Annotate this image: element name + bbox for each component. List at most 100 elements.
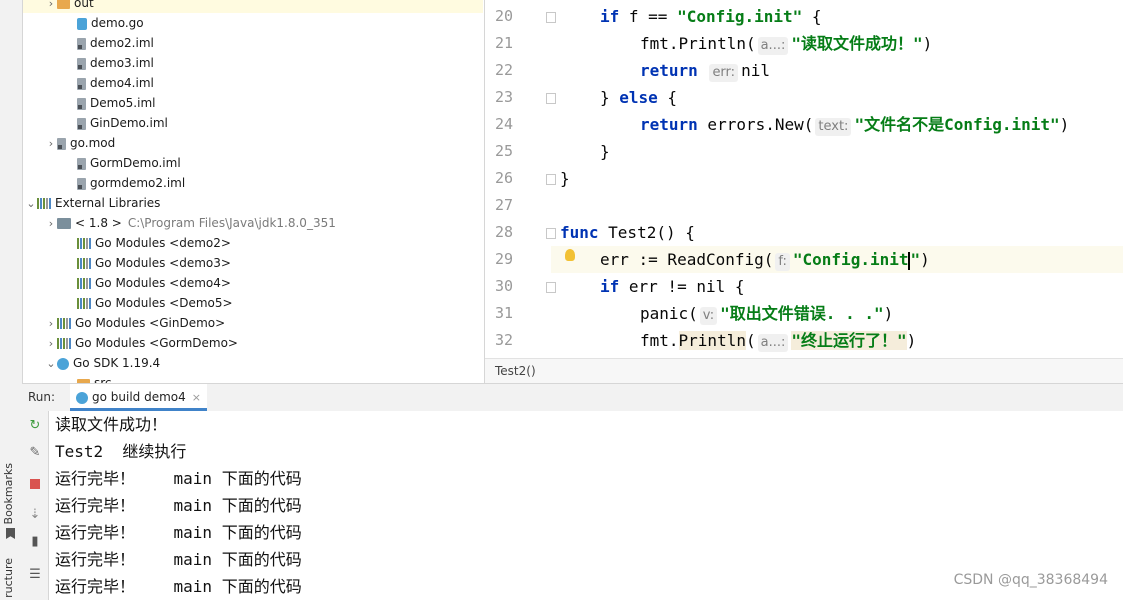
file-icon bbox=[77, 157, 86, 170]
bookmark-icon[interactable] bbox=[6, 528, 15, 539]
code-line[interactable]: fmt.Println(a...: "终止运行了！") bbox=[640, 327, 916, 354]
code-token: { bbox=[657, 88, 678, 107]
libs-icon bbox=[37, 198, 51, 209]
lightbulb-icon[interactable] bbox=[565, 249, 575, 261]
chevron-right-icon[interactable]: › bbox=[45, 134, 57, 154]
close-icon[interactable]: × bbox=[192, 391, 201, 404]
file-icon bbox=[77, 57, 86, 70]
code-line[interactable]: return err: nil bbox=[640, 57, 770, 84]
code-editor[interactable]: 20 21 22 23 24 25 26 27 28 29 30 31 32 if f == "Conf… bbox=[484, 0, 1123, 384]
tree-item[interactable]: Go Modules <demo3> bbox=[23, 253, 231, 273]
code-line[interactable]: if f == "Config.init" { bbox=[600, 3, 822, 30]
tree-item[interactable]: Go Modules <Demo5> bbox=[23, 293, 233, 313]
code-line[interactable]: } else { bbox=[600, 84, 677, 111]
tree-item-label: Go SDK 1.19.4 bbox=[73, 356, 161, 370]
file-icon bbox=[57, 137, 66, 150]
code-line[interactable]: func Test2() { bbox=[560, 219, 695, 246]
structure-tab[interactable]: ructure bbox=[2, 558, 15, 598]
chevron-down-icon[interactable]: ⌄ bbox=[25, 194, 37, 214]
tree-item-label: Go Modules <Demo5> bbox=[95, 296, 233, 310]
scroll-to-end-icon[interactable]: ⇣ bbox=[28, 508, 42, 522]
console-line: 运行完毕！ main 下面的代码 bbox=[55, 469, 302, 488]
tree-item[interactable]: › < 1.8 > C:\Program Files\Java\jdk1.8.0_3… bbox=[23, 213, 336, 233]
code-token: ) bbox=[920, 250, 930, 269]
code-line[interactable]: fmt.Println(a...: "读取文件成功！") bbox=[640, 30, 932, 57]
tree-item-label: gormdemo2.iml bbox=[90, 176, 186, 190]
run-toolbar: ↻ ✎ ⇣ ▮ ☰ bbox=[22, 411, 49, 600]
libs-icon bbox=[77, 258, 91, 269]
code-token: func bbox=[560, 223, 599, 242]
project-tree: › out demo.go demo2.iml demo3.iml demo4.iml De… bbox=[23, 0, 483, 383]
tree-item[interactable]: gormdemo2.iml bbox=[23, 173, 185, 193]
go-run-icon bbox=[76, 391, 88, 404]
tree-item[interactable]: › Go Modules <GinDemo> bbox=[23, 313, 225, 333]
libs-icon bbox=[77, 278, 91, 289]
code-token: ( bbox=[745, 331, 756, 350]
code-line[interactable]: panic(v: "取出文件错误. . .") bbox=[640, 300, 893, 327]
tree-item-label: Go Modules <demo4> bbox=[95, 276, 231, 290]
sdk-icon bbox=[57, 357, 69, 370]
run-tab-go-build-demo4[interactable]: go build demo4 × bbox=[70, 384, 207, 411]
console-line: 运行完毕！ main 下面的代码 bbox=[55, 550, 302, 569]
stop-icon[interactable] bbox=[28, 477, 42, 491]
tree-item[interactable]: GormDemo.iml bbox=[23, 153, 181, 173]
parameter-hint: f: bbox=[775, 253, 790, 271]
chevron-right-icon[interactable]: › bbox=[45, 0, 57, 14]
code-token: err != nil { bbox=[619, 277, 745, 296]
layout-icon[interactable]: ☰ bbox=[28, 568, 42, 582]
wrench-icon[interactable]: ✎ bbox=[28, 446, 42, 460]
tree-item[interactable]: GinDemo.iml bbox=[23, 113, 168, 133]
breadcrumb[interactable]: Test2() bbox=[485, 358, 1123, 384]
chevron-right-icon[interactable]: › bbox=[45, 334, 57, 354]
code-token: "文件名不是Config.init" bbox=[854, 115, 1060, 134]
chevron-right-icon[interactable]: › bbox=[45, 314, 57, 334]
code-token: return bbox=[640, 61, 698, 80]
code-token: panic( bbox=[640, 304, 698, 323]
parameter-hint: a...: bbox=[757, 334, 789, 352]
code-line[interactable]: return errors.New(text: "文件名不是Config.init… bbox=[640, 111, 1069, 138]
watermark: CSDN @qq_38368494 bbox=[953, 572, 1108, 588]
code-token: nil bbox=[741, 61, 770, 80]
tree-item[interactable]: Go Modules <demo2> bbox=[23, 233, 231, 253]
code-line[interactable]: } bbox=[560, 165, 570, 192]
gofile-icon bbox=[77, 17, 87, 30]
code-area[interactable]: if f == "Config.init" {fmt.Println(a...:… bbox=[485, 0, 1123, 358]
console-line: 运行完毕！ main 下面的代码 bbox=[55, 523, 302, 542]
bookmarks-tab[interactable]: Bookmarks bbox=[2, 463, 15, 524]
rerun-icon[interactable]: ↻ bbox=[28, 419, 42, 433]
code-line[interactable]: if err != nil { bbox=[600, 273, 745, 300]
code-token: } bbox=[600, 88, 620, 107]
console-line: 运行完毕！ main 下面的代码 bbox=[55, 496, 302, 515]
tree-item[interactable]: Demo5.iml bbox=[23, 93, 155, 113]
tree-item[interactable]: › Go Modules <GormDemo> bbox=[23, 333, 238, 353]
code-line[interactable]: } bbox=[600, 138, 610, 165]
chevron-right-icon[interactable]: › bbox=[45, 214, 57, 234]
run-label: Run: bbox=[28, 390, 56, 404]
tree-item-label: Go Modules <GinDemo> bbox=[75, 316, 226, 330]
file-icon bbox=[77, 177, 86, 190]
tree-item[interactable]: demo3.iml bbox=[23, 53, 154, 73]
tree-item[interactable]: demo.go bbox=[23, 13, 144, 33]
tree-item[interactable]: › out bbox=[23, 0, 483, 13]
tree-item[interactable]: demo4.iml bbox=[23, 73, 154, 93]
tree-item-label: demo4.iml bbox=[90, 76, 154, 90]
code-token: f == bbox=[619, 7, 678, 26]
tree-item-label: GormDemo.iml bbox=[90, 156, 181, 170]
trash-icon[interactable]: ▮ bbox=[28, 535, 42, 549]
tree-item[interactable]: ⌄ External Libraries bbox=[23, 193, 160, 213]
tree-item[interactable]: › go.mod bbox=[23, 133, 115, 153]
tree-item[interactable]: Go Modules <demo4> bbox=[23, 273, 231, 293]
breadcrumb-item[interactable]: Test2() bbox=[495, 364, 536, 378]
run-tab-label: go build demo4 bbox=[92, 390, 186, 404]
tree-item-label: demo.go bbox=[91, 16, 144, 30]
tree-item-label: out bbox=[74, 0, 94, 10]
code-line[interactable]: err := ReadConfig(f: "Config.init ") bbox=[600, 246, 930, 273]
file-icon bbox=[77, 97, 86, 110]
tree-item[interactable]: ⌄ src bbox=[23, 373, 112, 383]
chevron-down-icon[interactable]: ⌄ bbox=[65, 374, 77, 383]
chevron-down-icon[interactable]: ⌄ bbox=[45, 354, 57, 374]
code-token: err := ReadConfig( bbox=[600, 250, 774, 269]
tree-item[interactable]: ⌄ Go SDK 1.19.4 bbox=[23, 353, 160, 373]
tree-item[interactable]: demo2.iml bbox=[23, 33, 154, 53]
